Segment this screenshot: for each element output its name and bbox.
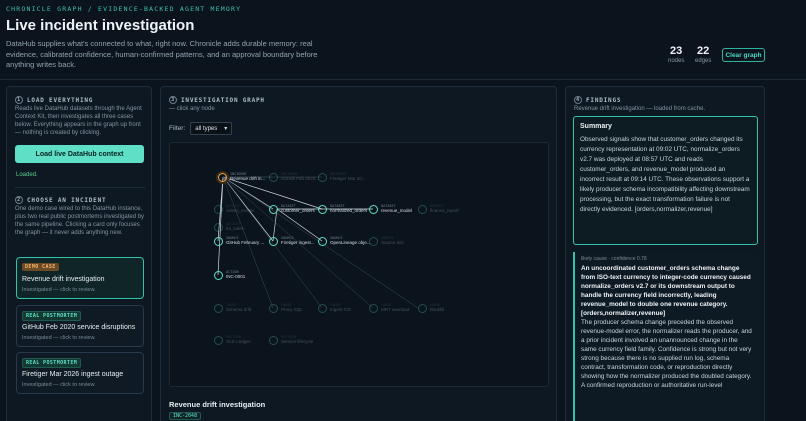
- section-title: INVESTIGATION GRAPH: [181, 96, 265, 104]
- step-number: 3: [169, 96, 177, 104]
- graph-panel: 3 INVESTIGATION GRAPH — click any node F…: [160, 86, 557, 421]
- cause-meta: likely cause · confidence 0.78: [581, 256, 647, 262]
- section-incident-header: 2 CHOOSE AN INCIDENT: [15, 196, 106, 204]
- investigation-title: Revenue drift investigation: [169, 400, 266, 409]
- card-title: Revenue drift investigation: [22, 276, 105, 283]
- filter-label: Filter:: [169, 125, 186, 132]
- page-title: Live incident investigation: [6, 17, 195, 34]
- filter-row: Filter: all types ▾: [169, 122, 233, 135]
- cause-explanation: The producer schema change preceded the …: [581, 319, 752, 389]
- load-datahub-button[interactable]: Load live DataHub context: [15, 145, 144, 163]
- nodes-label: nodes: [668, 58, 685, 64]
- card-subtitle: Investigated — click to review.: [22, 287, 96, 293]
- filter-select[interactable]: all types ▾: [190, 122, 233, 135]
- edges-count: 22: [697, 45, 710, 57]
- demo-case-badge: DEMO CASE: [22, 263, 59, 271]
- incident-card-github[interactable]: REAL POSTMORTEM GitHub Feb 2020 service …: [16, 305, 144, 347]
- incident-card-firetiger[interactable]: REAL POSTMORTEM Firetiger Mar 2026 inges…: [16, 352, 144, 394]
- left-panel: 1 LOAD EVERYTHING Reads live DataHub dat…: [6, 86, 152, 421]
- section-load-header: 1 LOAD EVERYTHING: [15, 96, 93, 104]
- real-postmortem-badge: REAL POSTMORTEM: [22, 358, 82, 368]
- section-title: CHOOSE AN INCIDENT: [27, 196, 107, 204]
- page-header: CHRONICLE GRAPH / EVIDENCE-BACKED AGENT …: [0, 0, 806, 80]
- findings-panel: 4 FINDINGS Revenue drift investigation —…: [565, 86, 765, 421]
- incident-id-badge: INC-2048: [169, 412, 202, 420]
- graph-canvas[interactable]: INCIDENT Revenue drift in... INCIDENT GitH…: [169, 142, 549, 387]
- clear-graph-button[interactable]: Clear graph: [722, 48, 765, 62]
- step-number: 1: [15, 96, 23, 104]
- page-subtitle: DataHub supplies what's connected to wha…: [6, 39, 318, 69]
- incident-card-revenue[interactable]: DEMO CASE Revenue drift investigation In…: [16, 257, 144, 299]
- nodes-stat: 23 nodes: [668, 45, 684, 64]
- edges-label: edges: [695, 58, 712, 64]
- nodes-count: 23: [670, 45, 683, 57]
- summary-card: Summary Observed signals show that custo…: [573, 116, 758, 245]
- section-title: LOAD EVERYTHING: [27, 96, 94, 104]
- section-load-text: Reads live DataHub datasets through the …: [15, 106, 142, 136]
- eyebrow: CHRONICLE GRAPH / EVIDENCE-BACKED AGENT …: [6, 5, 242, 13]
- chevron-down-icon: ▾: [224, 126, 228, 132]
- card-subtitle: Investigated — click to review.: [22, 335, 96, 341]
- step-number: 4: [574, 96, 582, 104]
- graph-hint: — click any node: [169, 106, 215, 112]
- filter-value: all types: [195, 125, 218, 132]
- summary-text: Observed signals show that customer_orde…: [580, 136, 750, 213]
- findings-source: Revenue drift investigation — loaded fro…: [574, 106, 706, 112]
- summary-title: Summary: [580, 123, 612, 130]
- step-number: 2: [15, 196, 23, 204]
- section-title: FINDINGS: [586, 96, 622, 104]
- edges-stat: 22 edges: [695, 45, 711, 64]
- section-findings-header: 4 FINDINGS: [574, 96, 621, 104]
- card-title: Firetiger Mar 2026 ingest outage: [22, 371, 124, 378]
- cause-statement: An uncoordinated customer_orders schema …: [581, 265, 751, 317]
- likely-cause-card[interactable]: likely cause · confidence 0.78 An uncoor…: [573, 252, 758, 421]
- section-incident-text: One demo case wired to this DataHub inst…: [15, 206, 145, 236]
- loaded-status: Loaded.: [16, 172, 38, 178]
- real-postmortem-badge: REAL POSTMORTEM: [22, 311, 82, 321]
- card-subtitle: Investigated — click to review.: [22, 382, 96, 388]
- section-graph-header: 3 INVESTIGATION GRAPH: [169, 96, 265, 104]
- divider: [15, 187, 145, 188]
- card-title: GitHub Feb 2020 service disruptions: [22, 324, 136, 331]
